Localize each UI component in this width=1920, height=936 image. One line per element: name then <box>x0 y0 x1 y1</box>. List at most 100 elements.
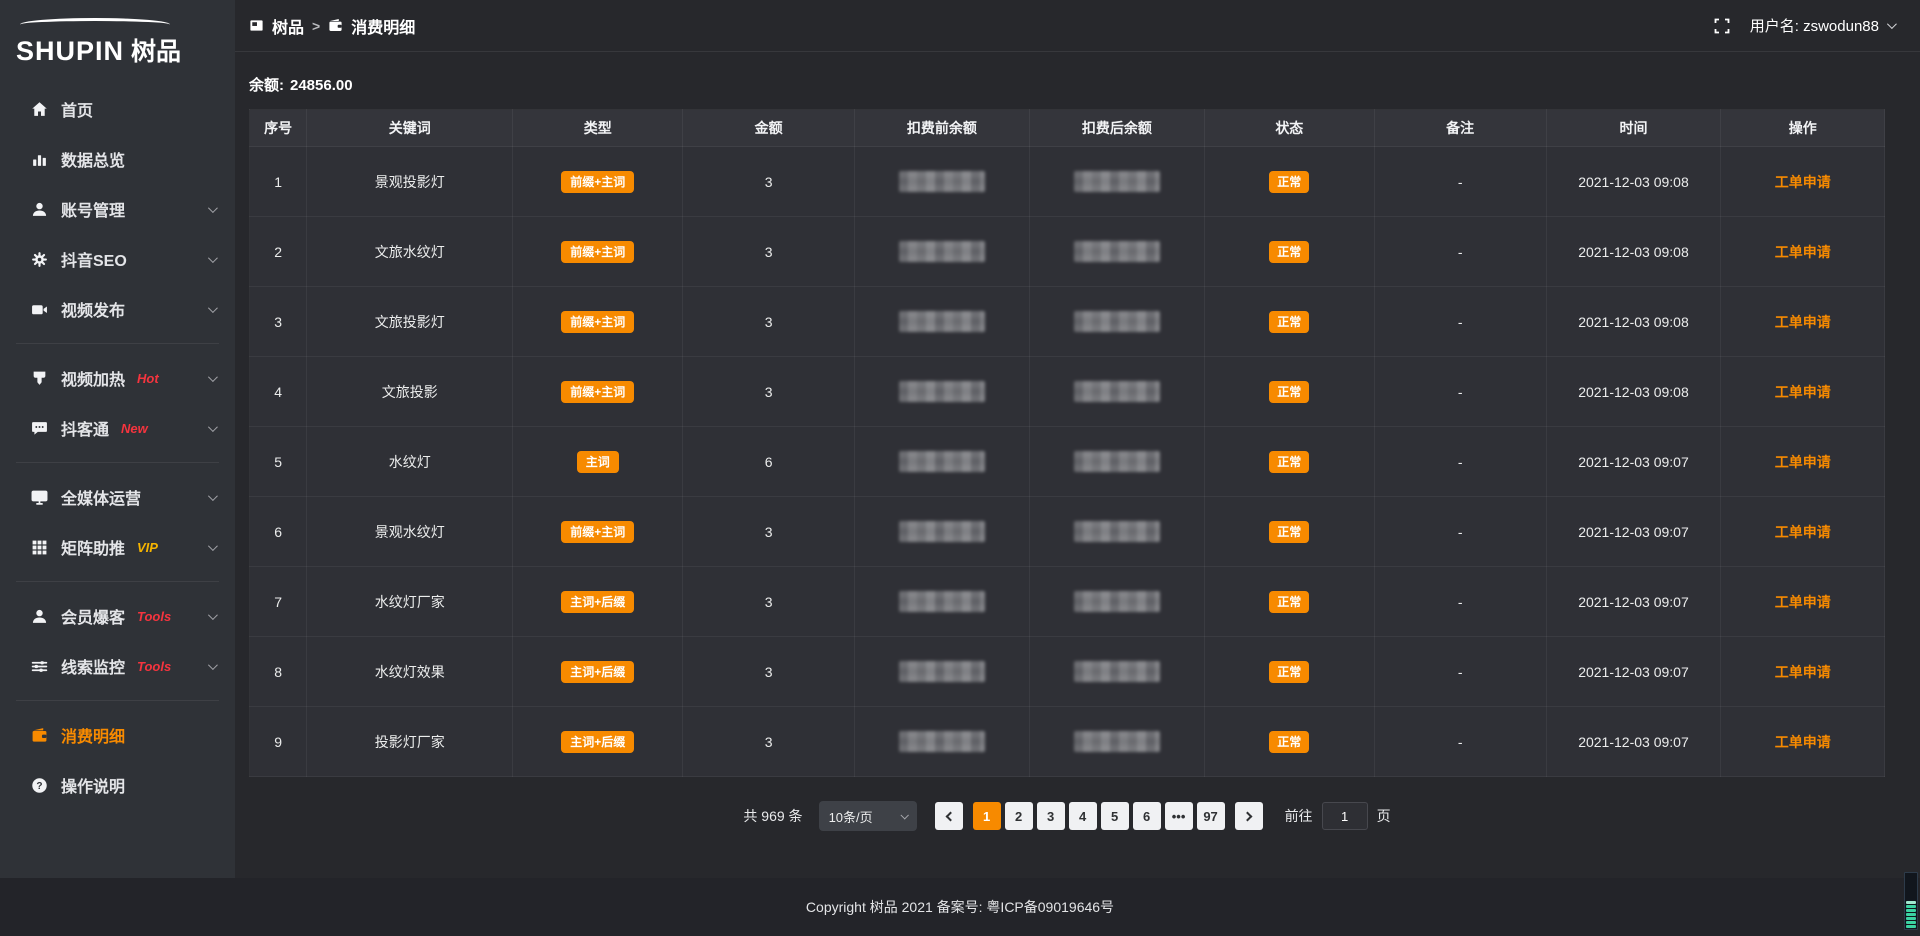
keyword-cell: 水纹灯效果 <box>307 637 513 707</box>
index-cell: 7 <box>250 567 307 637</box>
balance-before-cell <box>854 357 1029 427</box>
status-cell: 正常 <box>1204 427 1374 497</box>
sidebar-item-label: 抖音SEO <box>61 247 127 271</box>
balance-label: 余额: <box>249 77 284 94</box>
amount-cell: 3 <box>683 147 855 217</box>
type-cell: 前缀+主词 <box>513 497 683 567</box>
sidebar-item-account[interactable]: 账号管理 <box>0 184 235 234</box>
table-body: 1 景观投影灯 前缀+主词 3 正常 - 2021-12-03 09:08 工单… <box>250 147 1885 777</box>
masked-value <box>1074 311 1160 332</box>
page-button[interactable]: 5 <box>1101 802 1129 830</box>
prev-page-button[interactable] <box>935 802 963 830</box>
balance-value: 24856.00 <box>290 77 353 94</box>
status-badge: 正常 <box>1269 381 1309 403</box>
status-cell: 正常 <box>1204 497 1374 567</box>
action-cell: 工单申请 <box>1721 707 1885 777</box>
sidebar-item-member-burst[interactable]: 会员爆客 Tools <box>0 591 235 641</box>
breadcrumb-home[interactable]: 树品 <box>249 14 304 38</box>
type-badge: 主词+后缀 <box>561 731 634 753</box>
page-button[interactable]: 3 <box>1037 802 1065 830</box>
col-keyword: 关键词 <box>307 110 513 147</box>
status-cell: 正常 <box>1204 287 1374 357</box>
table-row: 2 文旅水纹灯 前缀+主词 3 正常 - 2021-12-03 09:08 工单… <box>250 217 1885 287</box>
menu-divider <box>16 462 219 463</box>
sidebar-item-omnimedia[interactable]: 全媒体运营 <box>0 472 235 522</box>
sidebar-item-home[interactable]: 首页 <box>0 84 235 134</box>
keyword-cell: 水纹灯 <box>307 427 513 497</box>
keyword-cell: 投影灯厂家 <box>307 707 513 777</box>
work-order-link[interactable]: 工单申请 <box>1775 734 1831 750</box>
index-cell: 1 <box>250 147 307 217</box>
remark-cell: - <box>1374 427 1546 497</box>
work-order-link[interactable]: 工单申请 <box>1775 594 1831 610</box>
page-button[interactable]: 2 <box>1005 802 1033 830</box>
balance-after-cell <box>1029 357 1204 427</box>
sidebar-item-consumption-detail[interactable]: 消费明细 <box>0 710 235 760</box>
work-order-link[interactable]: 工单申请 <box>1775 384 1831 400</box>
page-button[interactable]: 4 <box>1069 802 1097 830</box>
breadcrumb-label: 消费明细 <box>351 14 415 38</box>
action-cell: 工单申请 <box>1721 567 1885 637</box>
monitor-icon <box>30 488 48 506</box>
user-icon <box>30 200 48 218</box>
sidebar-item-doukoutong[interactable]: 抖客通 New <box>0 403 235 453</box>
page-button[interactable]: 6 <box>1133 802 1161 830</box>
work-order-link[interactable]: 工单申请 <box>1775 174 1831 190</box>
type-cell: 主词 <box>513 427 683 497</box>
page-button[interactable]: 1 <box>973 802 1001 830</box>
user-menu[interactable]: 用户名: zswodun88 <box>1750 15 1894 36</box>
balance-after-cell <box>1029 567 1204 637</box>
sidebar-item-douyin-seo[interactable]: 抖音SEO <box>0 234 235 284</box>
status-badge: 正常 <box>1269 311 1309 333</box>
goto-page: 前往 页 <box>1285 802 1391 830</box>
col-type: 类型 <box>513 110 683 147</box>
goto-page-input[interactable] <box>1322 802 1368 830</box>
chevron-left-icon <box>945 811 955 821</box>
chevron-down-icon <box>900 811 908 819</box>
action-cell: 工单申请 <box>1721 217 1885 287</box>
status-badge: 正常 <box>1269 661 1309 683</box>
work-order-link[interactable]: 工单申请 <box>1775 244 1831 260</box>
next-page-button[interactable] <box>1235 802 1263 830</box>
page-size-select[interactable]: 10条/页 <box>819 801 917 831</box>
table-row: 5 水纹灯 主词 6 正常 - 2021-12-03 09:07 工单申请 <box>250 427 1885 497</box>
status-badge: 正常 <box>1269 521 1309 543</box>
work-order-link[interactable]: 工单申请 <box>1775 454 1831 470</box>
balance-after-cell <box>1029 427 1204 497</box>
balance-before-cell <box>854 427 1029 497</box>
wallet-icon <box>328 18 343 33</box>
tools-badge: Tools <box>137 609 171 624</box>
balance-after-cell <box>1029 707 1204 777</box>
col-index: 序号 <box>250 110 307 147</box>
work-order-link[interactable]: 工单申请 <box>1775 314 1831 330</box>
chevron-down-icon <box>208 610 218 620</box>
status-badge: 正常 <box>1269 171 1309 193</box>
chevron-down-icon <box>208 303 218 313</box>
status-cell: 正常 <box>1204 567 1374 637</box>
table-row: 9 投影灯厂家 主词+后缀 3 正常 - 2021-12-03 09:07 工单… <box>250 707 1885 777</box>
col-balance-before: 扣费前余额 <box>854 110 1029 147</box>
balance-after-cell <box>1029 637 1204 707</box>
stats-widget <box>1904 872 1918 930</box>
sidebar-item-video-heat[interactable]: 视频加热 Hot <box>0 353 235 403</box>
sidebar-item-matrix-boost[interactable]: 矩阵助推 VIP <box>0 522 235 572</box>
table-row: 3 文旅投影灯 前缀+主词 3 正常 - 2021-12-03 09:08 工单… <box>250 287 1885 357</box>
page-button[interactable]: 97 <box>1197 802 1225 830</box>
masked-value <box>1074 591 1160 612</box>
remark-cell: - <box>1374 707 1546 777</box>
amount-cell: 3 <box>683 217 855 287</box>
svg-text:?: ? <box>36 781 42 792</box>
work-order-link[interactable]: 工单申请 <box>1775 664 1831 680</box>
sidebar-item-video-publish[interactable]: 视频发布 <box>0 284 235 334</box>
balance: 余额: 24856.00 <box>249 74 1885 95</box>
sidebar-item-data-overview[interactable]: 数据总览 <box>0 134 235 184</box>
work-order-link[interactable]: 工单申请 <box>1775 524 1831 540</box>
sidebar-item-lead-monitor[interactable]: 线索监控 Tools <box>0 641 235 691</box>
amount-cell: 3 <box>683 357 855 427</box>
balance-before-cell <box>854 147 1029 217</box>
sidebar-item-instructions[interactable]: ? 操作说明 <box>0 760 235 810</box>
amount-cell: 3 <box>683 707 855 777</box>
page-more-button[interactable]: ••• <box>1165 802 1193 830</box>
breadcrumb-current[interactable]: 消费明细 <box>328 14 415 38</box>
fullscreen-icon[interactable] <box>1714 18 1730 34</box>
